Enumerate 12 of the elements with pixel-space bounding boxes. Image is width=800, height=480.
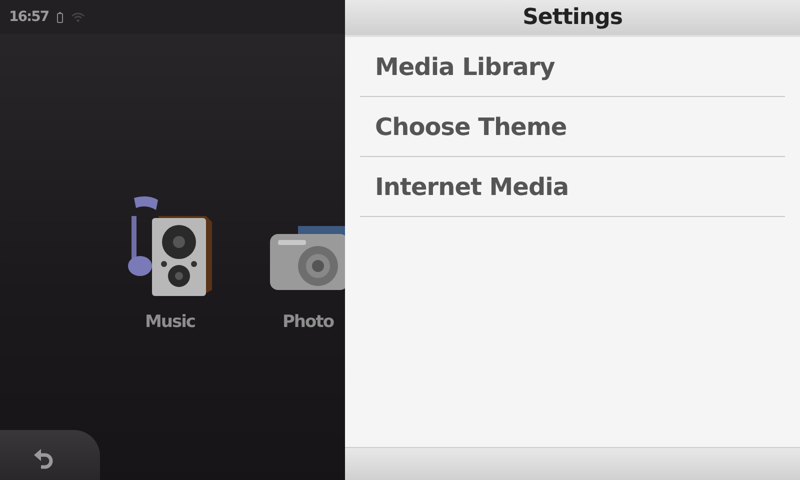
settings-menu-item[interactable]: Choose Theme	[360, 97, 785, 157]
panel-title: Settings	[522, 5, 622, 30]
app-label[interactable]: Photo	[282, 312, 334, 332]
app-label[interactable]: Music	[144, 312, 196, 332]
back-icon	[33, 446, 55, 472]
clock-time: 16:57	[9, 9, 49, 25]
back-button[interactable]	[0, 430, 100, 480]
battery-icon	[56, 12, 63, 22]
wifi-icon	[70, 12, 85, 22]
speaker-with-music-note-icon	[126, 194, 214, 298]
settings-menu-item[interactable]: Media Library	[360, 37, 785, 97]
settings-menu-item[interactable]: Internet Media	[360, 157, 785, 217]
